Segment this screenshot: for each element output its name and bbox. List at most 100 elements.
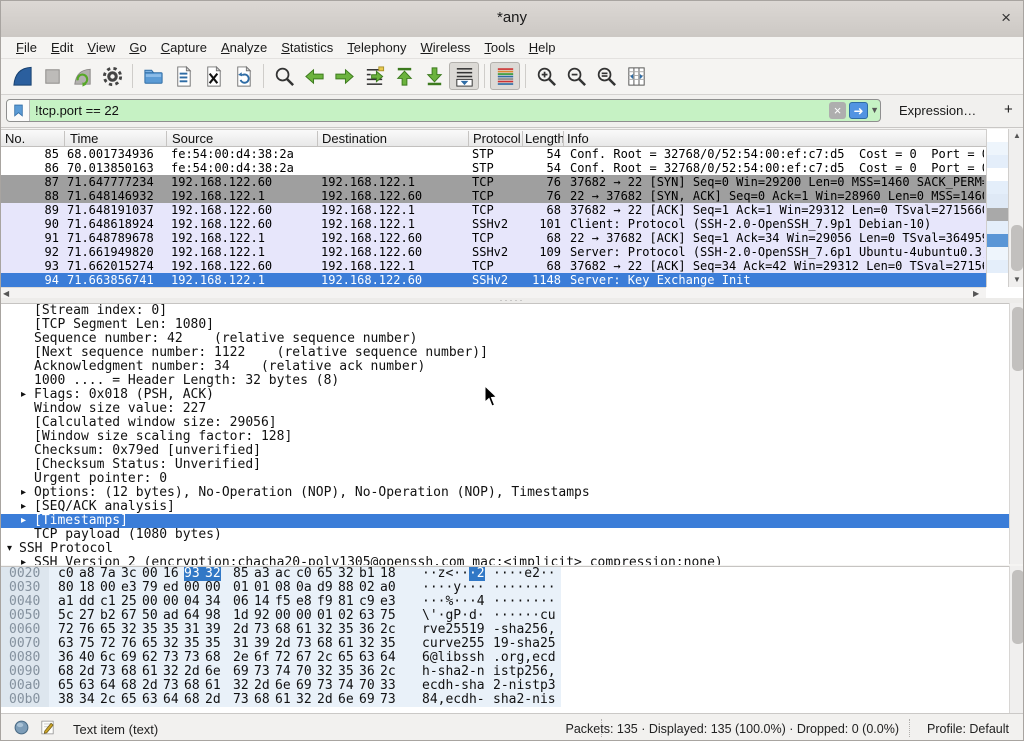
- packet-list-hscrollbar[interactable]: ◀ ▶: [1, 287, 986, 298]
- hex-byte[interactable]: 50: [142, 609, 158, 623]
- expert-info-icon[interactable]: [13, 719, 30, 741]
- hex-byte[interactable]: 33: [380, 679, 396, 693]
- detail-line[interactable]: ▸SSH Version 2 (encryption:chacha20-poly…: [1, 556, 1009, 565]
- hex-byte[interactable]: 72: [58, 623, 74, 637]
- menu-go[interactable]: Go: [122, 37, 153, 55]
- hex-byte[interactable]: c1: [100, 595, 116, 609]
- hex-byte[interactable]: 39: [205, 623, 221, 637]
- hex-byte[interactable]: 61: [296, 623, 312, 637]
- scroll-right-icon[interactable]: ▶: [973, 289, 979, 298]
- hex-byte[interactable]: 63: [359, 609, 375, 623]
- hex-byte[interactable]: 35: [184, 637, 200, 651]
- column-header-time[interactable]: Time: [70, 131, 170, 146]
- auto-scroll-button[interactable]: [449, 62, 479, 90]
- hex-byte[interactable]: b1: [359, 567, 375, 581]
- packet-row-94[interactable]: 9471.663856741192.168.122.1192.168.122.6…: [1, 273, 986, 287]
- detail-line[interactable]: Urgent pointer: 0: [1, 472, 1009, 486]
- hex-row-0080[interactable]: 008036406c69627373682e6f72672c6563646@li…: [1, 651, 561, 665]
- hex-byte[interactable]: d9: [317, 581, 333, 595]
- hex-byte[interactable]: c0: [58, 567, 74, 581]
- hex-byte[interactable]: 01: [254, 581, 270, 595]
- hex-byte[interactable]: 18: [380, 567, 396, 581]
- hex-row-00a0[interactable]: 00a0656364682d736861322d6e6973747033ecdh…: [1, 679, 561, 693]
- go-back-button[interactable]: [299, 62, 329, 90]
- hex-byte[interactable]: 65: [142, 637, 158, 651]
- column-separator[interactable]: [317, 131, 318, 146]
- detail-line[interactable]: ▸[SEQ/ACK analysis]: [1, 500, 1009, 514]
- hex-byte[interactable]: 93: [184, 567, 205, 581]
- hex-byte[interactable]: 69: [233, 665, 249, 679]
- ascii-group[interactable]: ····e2··: [493, 567, 556, 581]
- hex-byte[interactable]: 00: [184, 581, 200, 595]
- menu-capture[interactable]: Capture: [154, 37, 214, 55]
- hex-byte[interactable]: 70: [296, 665, 312, 679]
- hex-byte[interactable]: 64: [163, 693, 179, 707]
- hex-byte[interactable]: 2d: [79, 665, 95, 679]
- hex-byte[interactable]: 32: [359, 637, 375, 651]
- hex-byte[interactable]: 68: [184, 679, 200, 693]
- hex-byte[interactable]: 75: [79, 637, 95, 651]
- hex-byte[interactable]: 68: [254, 693, 270, 707]
- column-separator[interactable]: [166, 131, 167, 146]
- hex-byte[interactable]: 72: [100, 637, 116, 651]
- restart-capture-button[interactable]: [67, 62, 97, 90]
- ascii-group[interactable]: .org,ecd: [493, 651, 556, 665]
- column-header-info[interactable]: Info: [567, 131, 977, 146]
- ascii-group[interactable]: ····y···: [422, 581, 485, 595]
- hex-byte[interactable]: 36: [359, 623, 375, 637]
- hex-row-0020[interactable]: 0020c0a87a3c0016933285a3acc06532b118··z<…: [1, 567, 561, 581]
- ascii-group[interactable]: ··z<···2: [422, 567, 485, 581]
- detail-line[interactable]: [Stream index: 0]: [1, 304, 1009, 318]
- hex-byte[interactable]: 73: [100, 665, 116, 679]
- hex-byte[interactable]: 34: [79, 693, 95, 707]
- detail-line[interactable]: [Checksum Status: Unverified]: [1, 458, 1009, 472]
- detail-line[interactable]: Window size value: 227: [1, 402, 1009, 416]
- hex-byte[interactable]: dd: [79, 595, 95, 609]
- hex-byte[interactable]: 79: [142, 581, 158, 595]
- hex-byte[interactable]: 35: [163, 623, 179, 637]
- hex-row-0040[interactable]: 0040a1ddc125000004340614f5e8f981c9e3···%…: [1, 595, 561, 609]
- hex-byte[interactable]: 64: [100, 679, 116, 693]
- hex-byte[interactable]: 06: [233, 595, 249, 609]
- packet-row-91[interactable]: 9171.648789678192.168.122.1192.168.122.6…: [1, 231, 986, 245]
- hex-byte[interactable]: 00: [205, 581, 221, 595]
- ascii-group[interactable]: ecdh-sha: [422, 679, 485, 693]
- zoom-in-button[interactable]: [531, 62, 561, 90]
- hex-byte[interactable]: 6c: [100, 651, 116, 665]
- add-filter-button[interactable]: +: [1004, 101, 1013, 118]
- hex-byte[interactable]: 00: [296, 609, 312, 623]
- hex-byte[interactable]: 6e: [275, 679, 291, 693]
- hex-byte[interactable]: f9: [317, 595, 333, 609]
- ascii-group[interactable]: rve25519: [422, 623, 485, 637]
- collapsed-arrow-icon[interactable]: ▸: [21, 514, 26, 528]
- detail-line[interactable]: Checksum: 0x79ed [unverified]: [1, 444, 1009, 458]
- hex-byte[interactable]: 34: [205, 595, 221, 609]
- scroll-up-icon[interactable]: ▲: [1009, 129, 1024, 143]
- hex-byte[interactable]: 62: [142, 651, 158, 665]
- ascii-group[interactable]: ···%···4: [422, 595, 485, 609]
- hex-byte[interactable]: 69: [121, 651, 137, 665]
- collapsed-arrow-icon[interactable]: ▸: [21, 486, 26, 500]
- column-header-no[interactable]: No.: [5, 131, 61, 146]
- hex-row-0030[interactable]: 0030801800e379ed00000101080ad98802a0····…: [1, 581, 561, 595]
- hex-byte[interactable]: 67: [296, 651, 312, 665]
- hex-byte[interactable]: 32: [317, 623, 333, 637]
- hex-byte[interactable]: 35: [338, 665, 354, 679]
- packet-row-92[interactable]: 9271.661949820192.168.122.1192.168.122.6…: [1, 245, 986, 259]
- detail-line[interactable]: [Window size scaling factor: 128]: [1, 430, 1009, 444]
- detail-vscrollbar[interactable]: [1009, 303, 1024, 564]
- hex-byte[interactable]: ad: [163, 609, 179, 623]
- hex-byte[interactable]: 61: [275, 693, 291, 707]
- hex-byte[interactable]: 36: [58, 651, 74, 665]
- hex-byte[interactable]: 73: [184, 651, 200, 665]
- packet-row-87[interactable]: 8771.647777234192.168.122.60192.168.122.…: [1, 175, 986, 189]
- hex-byte[interactable]: 2e: [233, 651, 249, 665]
- colorize-button[interactable]: [490, 62, 520, 90]
- hex-byte[interactable]: 73: [254, 623, 270, 637]
- column-separator[interactable]: [64, 131, 65, 146]
- hex-byte[interactable]: 25: [121, 595, 137, 609]
- hex-byte[interactable]: 2d: [184, 665, 200, 679]
- packet-row-89[interactable]: 8971.648191037192.168.122.60192.168.122.…: [1, 203, 986, 217]
- packet-list-minimap[interactable]: [986, 129, 1008, 287]
- hex-byte[interactable]: 69: [296, 679, 312, 693]
